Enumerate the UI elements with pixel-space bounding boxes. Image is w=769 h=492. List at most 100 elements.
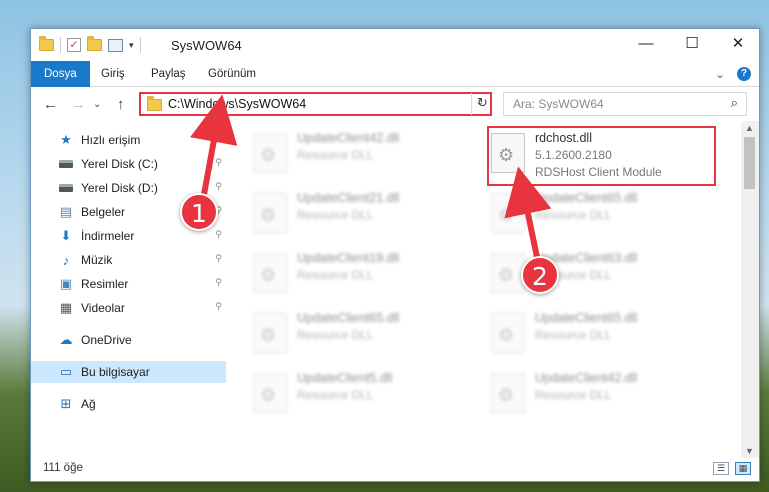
back-arrow-icon[interactable]: ← xyxy=(43,96,58,113)
dll-file-icon xyxy=(491,253,525,293)
documents-icon: ▤ xyxy=(59,204,73,219)
file-type: Resource DLL xyxy=(297,268,374,282)
sidebar-item-label: Müzik xyxy=(81,253,113,267)
sidebar-item-music[interactable]: ♪ Müzik ⚲ xyxy=(31,249,226,271)
tiles-view-icon[interactable]: ▦ xyxy=(735,462,751,475)
network-icon: ⊞ xyxy=(60,396,72,411)
status-bar: 111 öğe ☰ ▦ xyxy=(31,457,759,481)
tab-file[interactable]: Dosya xyxy=(31,61,90,87)
file-name: UpdateClient42.dll xyxy=(535,371,638,385)
search-placeholder[interactable]: Ara: SysWOW64 xyxy=(513,97,604,111)
search-box[interactable]: Ara: SysWOW64 ⌕ xyxy=(503,92,747,116)
address-bar[interactable]: C:\Windows\SysWOW64 ⌄ xyxy=(139,92,492,116)
dll-file-icon xyxy=(253,313,287,353)
properties-check-icon[interactable]: ✓ xyxy=(67,38,81,52)
address-path[interactable]: C:\Windows\SysWOW64 xyxy=(168,97,306,111)
dll-file-icon xyxy=(253,193,287,233)
sidebar-item-label: Hızlı erişim xyxy=(81,133,141,147)
file-name: UpdateClient42.dll xyxy=(297,131,400,145)
customize-toolbar-dropdown-icon[interactable]: ▾ xyxy=(129,40,134,51)
sidebar-item-local-disk-c[interactable]: Yerel Disk (C:) ⚲ xyxy=(31,153,226,175)
list-item[interactable]: UpdateClient19.dll Resource DLL xyxy=(253,247,483,299)
drive-icon xyxy=(58,180,74,196)
computer-icon: ▭ xyxy=(59,364,73,379)
quick-access-toolbar: ✓ ▾ xyxy=(39,36,141,53)
separator xyxy=(60,37,61,53)
file-type: Resource DLL xyxy=(535,328,612,342)
scroll-down-icon[interactable]: ▼ xyxy=(745,446,754,456)
dll-file-icon xyxy=(491,373,525,413)
sidebar-item-label: Videolar xyxy=(81,301,125,315)
dll-file-icon xyxy=(253,253,287,293)
forward-arrow-icon[interactable]: → xyxy=(71,96,86,113)
scroll-up-icon[interactable]: ▲ xyxy=(745,123,754,133)
folder-icon xyxy=(39,36,54,51)
dll-file-icon xyxy=(253,373,287,413)
navigation-pane: ★ Hızlı erişim Yerel Disk (C:) ⚲ Yerel D… xyxy=(31,125,226,455)
pin-icon[interactable]: ⚲ xyxy=(215,253,222,264)
tab-home[interactable]: Giriş xyxy=(101,61,125,87)
pin-icon[interactable]: ⚲ xyxy=(215,181,222,192)
rdchost-highlight-box xyxy=(487,126,716,186)
sidebar-item-label: Resimler xyxy=(81,277,129,291)
download-icon: ⬇ xyxy=(60,228,72,243)
view-properties-icon[interactable] xyxy=(108,38,123,52)
recent-locations-icon[interactable]: ⌄ xyxy=(93,99,101,110)
list-item[interactable]: UpdateClient42.dll Resource DLL xyxy=(491,367,721,419)
sidebar-item-quick-access[interactable]: ★ Hızlı erişim xyxy=(31,129,226,151)
maximize-button[interactable]: ☐ xyxy=(669,29,715,61)
list-item[interactable]: UpdateClient21.dll Resource DLL xyxy=(253,187,483,239)
scroll-thumb[interactable] xyxy=(744,137,755,189)
tab-share[interactable]: Paylaş xyxy=(151,61,186,87)
sidebar-item-label: Yerel Disk (D:) xyxy=(81,181,158,195)
refresh-icon[interactable]: ↻ xyxy=(471,93,493,115)
new-folder-icon[interactable] xyxy=(87,36,102,51)
sidebar-item-videos[interactable]: ▦ Videolar ⚲ xyxy=(31,297,226,319)
sidebar-item-this-pc[interactable]: ▭ Bu bilgisayar xyxy=(31,361,226,383)
tab-view[interactable]: Görünüm xyxy=(208,61,256,87)
sidebar-item-label: İndirmeler xyxy=(81,229,135,243)
separator xyxy=(139,37,141,53)
file-name: UpdateClient21.dll xyxy=(297,191,400,205)
title-bar: ✓ ▾ SysWOW64 — ☐ ✕ xyxy=(31,29,759,61)
pictures-icon: ▣ xyxy=(59,276,73,291)
list-item[interactable]: UpdateClient65.dll Resource DLL xyxy=(253,307,483,359)
file-name: UpdateClient65.dll xyxy=(535,191,638,205)
list-item[interactable]: UpdateClient65.dll Resource DLL xyxy=(491,307,721,359)
vertical-scrollbar[interactable]: ▲ ▼ xyxy=(741,121,759,458)
up-arrow-icon[interactable]: ↑ xyxy=(117,96,125,113)
details-view-icon[interactable]: ☰ xyxy=(713,462,729,475)
file-type: Resource DLL xyxy=(535,388,612,402)
pin-icon[interactable]: ⚲ xyxy=(215,229,222,240)
list-item[interactable]: UpdateClient5.dll Resource DLL xyxy=(253,367,483,419)
file-name: UpdateClient65.dll xyxy=(297,311,400,325)
step-marker-1: 1 xyxy=(180,193,218,231)
list-item[interactable]: UpdateClient42.dll Resource DLL xyxy=(253,127,483,179)
file-type: Resource DLL xyxy=(297,208,374,222)
minimize-button[interactable]: — xyxy=(623,29,669,61)
pin-icon[interactable]: ⚲ xyxy=(215,157,222,168)
sidebar-item-label: Ağ xyxy=(81,397,96,411)
address-folder-icon xyxy=(147,96,162,111)
close-button[interactable]: ✕ xyxy=(715,29,761,61)
search-icon[interactable]: ⌕ xyxy=(731,95,738,111)
file-type: Resource DLL xyxy=(297,328,374,342)
sidebar-item-label: Yerel Disk (C:) xyxy=(81,157,158,171)
sidebar-item-label: Belgeler xyxy=(81,205,126,219)
pin-icon[interactable]: ⚲ xyxy=(215,277,222,288)
expand-ribbon-icon[interactable]: ⌄ xyxy=(715,67,725,81)
sidebar-item-pictures[interactable]: ▣ Resimler ⚲ xyxy=(31,273,226,295)
drive-icon xyxy=(58,156,74,172)
file-name: UpdateClient5.dll xyxy=(297,371,393,385)
star-icon: ★ xyxy=(60,132,72,147)
dll-file-icon xyxy=(253,133,287,173)
list-item[interactable]: UpdateClient65.dll Resource DLL xyxy=(491,187,721,239)
sidebar-item-network[interactable]: ⊞ Ağ xyxy=(31,393,226,415)
pin-icon[interactable]: ⚲ xyxy=(215,301,222,312)
file-type: Resource DLL xyxy=(297,148,374,162)
sidebar-item-label: Bu bilgisayar xyxy=(81,365,150,379)
help-icon[interactable]: ? xyxy=(737,67,751,81)
step-marker-2: 2 xyxy=(521,256,559,294)
ribbon-tabs: Dosya Giriş Paylaş Görünüm ⌄ ? xyxy=(31,61,759,87)
sidebar-item-onedrive[interactable]: ☁ OneDrive xyxy=(31,329,226,351)
